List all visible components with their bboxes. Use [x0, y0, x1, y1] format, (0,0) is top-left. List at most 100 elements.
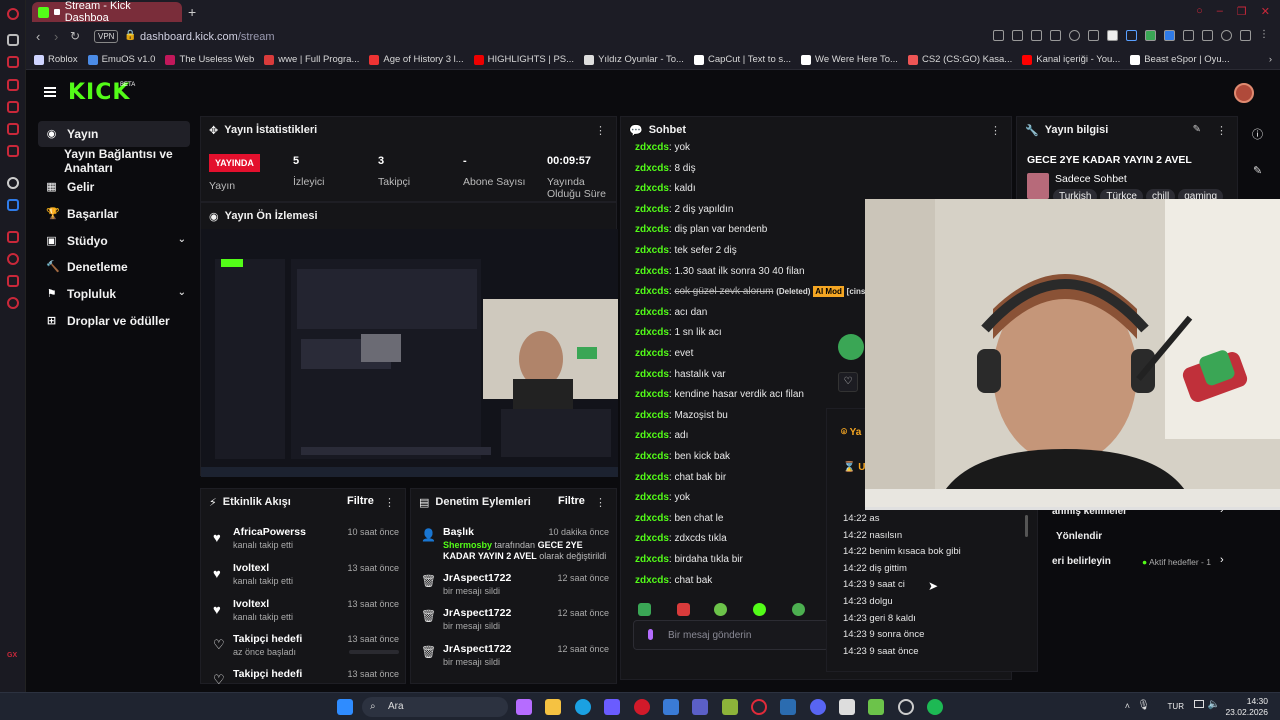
notepad-icon[interactable] [839, 699, 855, 715]
chat-message[interactable]: zdxcds: kaldı [635, 183, 696, 194]
chat-message[interactable]: zdxcds: zdxcds tıkla [635, 533, 727, 544]
pencil-icon[interactable]: ✎ [1253, 164, 1262, 177]
vpn-badge[interactable]: VPN [94, 30, 119, 43]
chat-message[interactable]: zdxcds: 8 diş [635, 163, 696, 174]
menu-icon[interactable] [1088, 30, 1099, 41]
chat-username[interactable]: zdxcds [635, 575, 669, 586]
activity-filter-button[interactable]: Filtre [347, 495, 374, 507]
clock-side-icon[interactable] [7, 253, 19, 265]
snapshot-icon[interactable] [1012, 30, 1023, 41]
steam-like-icon[interactable] [780, 699, 796, 715]
start-icon[interactable] [337, 699, 353, 715]
bookmarks-overflow-icon[interactable]: › [1269, 54, 1272, 65]
settings-side-icon[interactable] [7, 177, 19, 189]
nav-item-4[interactable]: ▣ Stüdyo ⌄ [38, 228, 190, 254]
lock-icon[interactable]: 🔒 [124, 30, 136, 41]
chat-message[interactable]: zdxcds: diş plan var bendenb [635, 224, 767, 235]
new-tab-button[interactable]: + [188, 4, 196, 20]
chat-message[interactable]: zdxcds: yok [635, 142, 690, 153]
activity-menu-icon[interactable]: ⋮ [384, 496, 395, 509]
moderation-menu-icon[interactable]: ⋮ [595, 496, 606, 509]
chevron-right-icon[interactable]: › [1220, 554, 1224, 566]
timestamp-row[interactable]: 14:22 benim kısaca bok gibi [843, 546, 961, 557]
close-window-icon[interactable]: ✕ [1261, 5, 1270, 18]
minimize-icon[interactable]: – [1217, 5, 1223, 18]
extension-4-icon[interactable] [1164, 30, 1175, 41]
nav-item-1[interactable]: Yayın Bağlantısı ve Anahtarı [38, 147, 213, 175]
set-goals-fragment[interactable]: eri belirleyin [1052, 556, 1111, 567]
chat-username[interactable]: zdxcds [635, 451, 669, 462]
chat-input[interactable]: Bir mesaj gönderin [633, 620, 829, 650]
edge-icon[interactable] [575, 699, 591, 715]
heart-icon[interactable] [1069, 30, 1080, 41]
extension-3-icon[interactable] [1145, 30, 1156, 41]
url-field[interactable]: dashboard.kick.com/stream [140, 31, 275, 43]
teams-icon[interactable] [692, 699, 708, 715]
chat-message[interactable]: zdxcds: evet [635, 348, 693, 359]
more-icon[interactable]: ⋮ [1259, 30, 1270, 41]
chat-username[interactable]: zdxcds [635, 430, 669, 441]
spotify-icon[interactable] [927, 699, 943, 715]
shield-icon[interactable] [1031, 30, 1042, 41]
bookmark-item[interactable]: wwe | Full Progra... [264, 54, 359, 65]
chat-message[interactable]: zdxcds: chat bak bir [635, 472, 726, 483]
emote-3-icon[interactable] [714, 603, 727, 616]
chat-message[interactable]: zdxcds: birdaha tıkla bir [635, 554, 743, 565]
chat-username[interactable]: zdxcds [635, 204, 669, 215]
taskbar-clock[interactable]: 14:30 23.02.2026 [1225, 696, 1268, 718]
chat-username[interactable]: zdxcds [635, 224, 669, 235]
favorite-icon[interactable]: ♡ [838, 372, 858, 392]
chat-username[interactable]: zdxcds [635, 533, 669, 544]
emote-5-icon[interactable] [792, 603, 805, 616]
opera-gx-icon[interactable] [751, 699, 767, 715]
reload-icon[interactable]: ↻ [70, 29, 80, 43]
chat-message[interactable]: zdxcds: acı dan [635, 307, 707, 318]
chat-message[interactable]: zdxcds: yok [635, 492, 690, 503]
cube-side-icon[interactable] [7, 275, 19, 287]
chat-username[interactable]: zdxcds [635, 307, 669, 318]
audio-icon[interactable] [53, 9, 60, 15]
tray-mic-icon[interactable]: 🎙 [1137, 700, 1150, 711]
chat-username[interactable]: zdxcds [635, 183, 669, 194]
emote-4-icon[interactable] [753, 603, 766, 616]
activity-row[interactable]: ♥ Ivoltexl kanalı takip etti 13 saat önce [209, 598, 399, 632]
chat-message[interactable]: zdxcds: tek sefer 2 diş [635, 245, 737, 256]
bookmark-item[interactable]: CS2 (CS:GO) Kasa... [907, 54, 1012, 65]
gear-side-icon[interactable] [7, 297, 19, 309]
chevron-down-icon[interactable]: ⌄ [178, 287, 186, 298]
chat-message[interactable]: zdxcds: adı [635, 430, 688, 441]
list-scrollbar[interactable] [1025, 515, 1028, 537]
bookmark-item[interactable]: Kanal içeriği - You... [1022, 54, 1120, 65]
cube-icon[interactable] [1202, 30, 1213, 41]
redirect-fragment[interactable]: Yönlendir [1056, 531, 1102, 542]
chat-username[interactable]: zdxcds [635, 286, 669, 297]
refresh-side-icon[interactable] [7, 34, 19, 46]
info-icon[interactable]: ⓘ [1252, 126, 1263, 142]
avatar[interactable] [1234, 83, 1254, 103]
emote-1-icon[interactable] [638, 603, 651, 616]
emote-2-icon[interactable] [677, 603, 690, 616]
chat-message[interactable]: zdxcds: 2 diş yapıldın [635, 204, 733, 215]
green-app-icon[interactable] [868, 699, 884, 715]
bookmark-item[interactable]: CapCut | Text to s... [693, 54, 791, 65]
play-icon[interactable] [1050, 30, 1061, 41]
twitch-icon[interactable] [7, 123, 19, 135]
extension-2-icon[interactable] [1126, 30, 1137, 41]
bookmark-item[interactable]: HIGHLIGHTS | PS... [473, 54, 574, 65]
taskbar-search[interactable]: Ara [362, 697, 508, 717]
chat-message[interactable]: zdxcds: ben chat le [635, 513, 723, 524]
extension-1-icon[interactable] [1107, 30, 1118, 41]
tray-chevron-icon[interactable]: ˄ [1125, 701, 1130, 711]
activity-row[interactable]: ♥ AfricaPowerss kanalı takip etti 10 saat ö… [209, 526, 399, 560]
chat-message[interactable]: zdxcds: Mazoşist bu [635, 410, 728, 421]
timestamp-row[interactable]: 14:23 dolgu [843, 596, 893, 607]
timestamp-row[interactable]: 14:22 as [843, 513, 879, 524]
activity-row[interactable]: ♡ Takipçi hedefi az önce başladı 13 saat ön… [209, 633, 399, 667]
nav-item-7[interactable]: ⊞ Droplar ve ödüller [38, 308, 190, 334]
chat-message[interactable]: zdxcds: kendine hasar verdik acı filan [635, 389, 804, 400]
bookmark-item[interactable]: The Useless Web [165, 54, 254, 65]
messenger-icon[interactable] [7, 56, 19, 68]
chat-username[interactable]: zdxcds [635, 266, 669, 277]
nav-item-5[interactable]: 🔨 Denetleme [38, 254, 190, 280]
timestamp-row[interactable]: 14:22 nasılsın [843, 530, 902, 541]
